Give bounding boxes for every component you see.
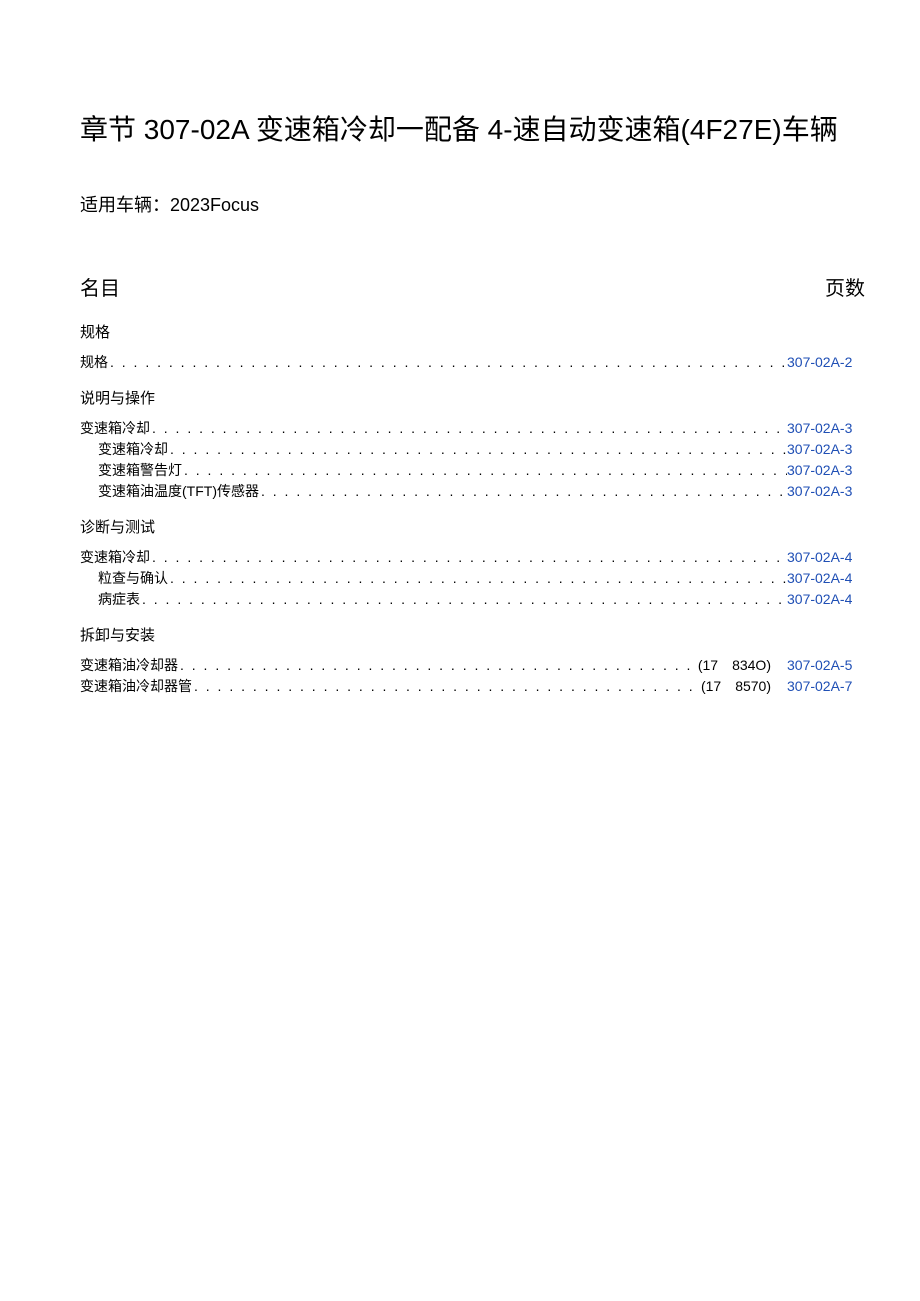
toc-label: 病症表 bbox=[98, 589, 140, 610]
toc-label: 变速箱冷却 bbox=[80, 418, 150, 439]
toc-line: 变速箱冷却 307-02A-3 bbox=[80, 439, 865, 460]
toc-header-right: 页数 bbox=[825, 272, 865, 301]
toc-dots bbox=[259, 481, 787, 502]
toc-header-left: 名目 bbox=[80, 272, 120, 301]
toc-page-link[interactable]: 307-02A-2 bbox=[787, 352, 865, 373]
toc-label: 规格 bbox=[80, 352, 108, 373]
toc-label: 变速箱冷却 bbox=[98, 439, 168, 460]
toc-line: 粒查与确认 307-02A-4 bbox=[80, 568, 865, 589]
toc-page-link[interactable]: 307-02A-4 bbox=[787, 568, 865, 589]
toc-page-link[interactable]: 307-02A-3 bbox=[787, 418, 865, 439]
toc-dots bbox=[178, 655, 698, 676]
toc-dots bbox=[150, 547, 787, 568]
toc-line: 规格 307-02A-2 bbox=[80, 352, 865, 373]
toc-code: (17 8570) bbox=[701, 676, 787, 697]
toc-dots bbox=[168, 568, 787, 589]
toc-dots bbox=[140, 589, 787, 610]
toc-header: 名目 页数 bbox=[80, 272, 865, 301]
toc-page-link[interactable]: 307-02A-5 bbox=[787, 655, 865, 676]
document-title: 章节 307-02A 变速箱冷却一配备 4-速自动变速箱(4F27E)车辆 bbox=[80, 110, 865, 151]
toc-page-link[interactable]: 307-02A-3 bbox=[787, 460, 865, 481]
toc-page-link[interactable]: 307-02A-3 bbox=[787, 481, 865, 502]
toc-dots bbox=[192, 676, 701, 697]
toc-label: 粒查与确认 bbox=[98, 568, 168, 589]
toc-dots bbox=[168, 439, 787, 460]
section-heading: 诊断与测试 bbox=[80, 516, 865, 537]
toc-dots bbox=[108, 352, 787, 373]
toc-dots bbox=[150, 418, 787, 439]
toc-page-link[interactable]: 307-02A-7 bbox=[787, 676, 865, 697]
toc-label: 变速箱警告灯 bbox=[98, 460, 182, 481]
toc-line: 变速箱警告灯 307-02A-3 bbox=[80, 460, 865, 481]
toc-label: 变速箱冷却 bbox=[80, 547, 150, 568]
section-heading: 说明与操作 bbox=[80, 387, 865, 408]
toc-page-link[interactable]: 307-02A-3 bbox=[787, 439, 865, 460]
toc-line: 变速箱冷却 307-02A-4 bbox=[80, 547, 865, 568]
toc-line: 变速箱油温度(TFT)传感器 307-02A-3 bbox=[80, 481, 865, 502]
toc-label: 变速箱油冷却器 bbox=[80, 655, 178, 676]
section-heading: 拆卸与安装 bbox=[80, 624, 865, 645]
toc-label: 变速箱油温度(TFT)传感器 bbox=[98, 481, 259, 502]
toc-page-link[interactable]: 307-02A-4 bbox=[787, 547, 865, 568]
section-heading: 规格 bbox=[80, 321, 865, 342]
toc-code: (17 834O) bbox=[698, 655, 787, 676]
toc-line: 病症表 307-02A-4 bbox=[80, 589, 865, 610]
toc-body: 规格规格 307-02A-2说明与操作变速箱冷却 307-02A-3变速箱冷却 … bbox=[80, 321, 865, 697]
toc-line: 变速箱油冷却器管 (17 8570)307-02A-7 bbox=[80, 676, 865, 697]
toc-label: 变速箱油冷却器管 bbox=[80, 676, 192, 697]
toc-line: 变速箱油冷却器 (17 834O)307-02A-5 bbox=[80, 655, 865, 676]
document-subtitle: 适用车辆：2023Focus bbox=[80, 191, 865, 217]
toc-page-link[interactable]: 307-02A-4 bbox=[787, 589, 865, 610]
toc-line: 变速箱冷却 307-02A-3 bbox=[80, 418, 865, 439]
toc-dots bbox=[182, 460, 787, 481]
